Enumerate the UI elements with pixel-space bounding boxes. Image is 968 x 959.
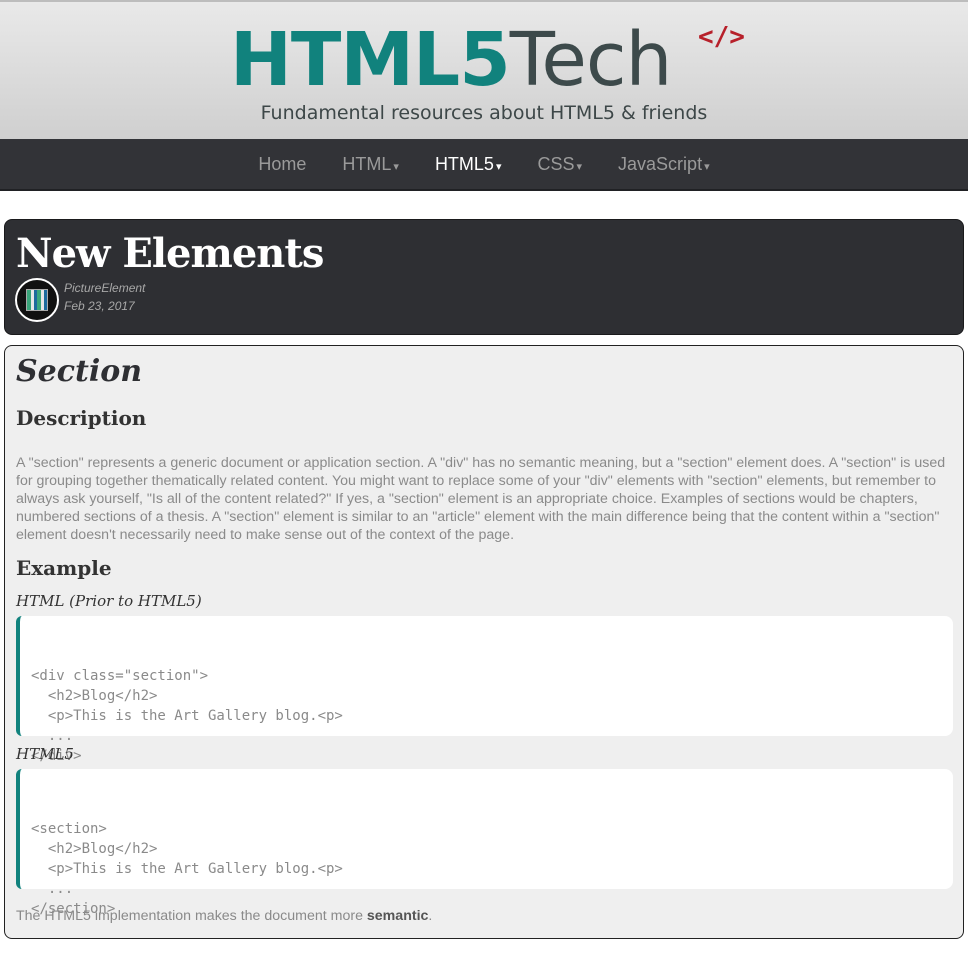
- nav-label: Home: [258, 154, 307, 174]
- code-label-html: HTML (Prior to HTML5): [16, 592, 202, 610]
- main-nav: Home HTML ▾ HTML5 ▾ CSS ▾ JavaScript ▾: [0, 139, 968, 191]
- author-name[interactable]: PictureElement: [64, 281, 145, 295]
- logo-html5-text: HTML5: [230, 17, 511, 103]
- section-card: Section Description A "section" represen…: [4, 345, 964, 939]
- nav-item-html[interactable]: HTML ▾: [324, 138, 417, 190]
- nav-item-home[interactable]: Home: [240, 138, 324, 190]
- code-line: <div class="section">: [31, 668, 209, 684]
- chevron-down-icon: ▾: [393, 161, 399, 173]
- nav-item-css[interactable]: CSS ▾: [519, 138, 600, 190]
- summary-bold: semantic: [366, 908, 429, 924]
- nav-label: HTML: [342, 154, 392, 174]
- nav-item-javascript[interactable]: JavaScript ▾: [600, 138, 728, 190]
- publish-date: Feb 23, 2017: [64, 299, 135, 313]
- avatar[interactable]: [15, 278, 59, 322]
- code-line: <h2>Blog</h2>: [31, 841, 158, 857]
- code-line: ...: [31, 728, 74, 744]
- description-text: A "section" represents a generic documen…: [16, 455, 946, 543]
- chevron-down-icon: ▾: [704, 161, 710, 173]
- logo-tech-text: Tech: [509, 17, 673, 103]
- code-brackets-icon: </>: [698, 22, 745, 52]
- code-line: <section>: [31, 821, 107, 837]
- site-logo[interactable]: HTML5Tech: [230, 17, 673, 103]
- section-title: Section: [16, 354, 143, 389]
- description-heading: Description: [16, 406, 147, 430]
- code-line: </div>: [31, 748, 82, 764]
- chevron-down-icon: ▾: [495, 161, 502, 173]
- code-line: ...: [31, 881, 74, 897]
- nav-item-html5[interactable]: HTML5 ▾: [417, 138, 520, 190]
- nav-label: JavaScript: [618, 154, 703, 174]
- code-line: <p>This is the Art Gallery blog.<p>: [31, 861, 343, 877]
- nav-label: HTML5: [434, 154, 494, 174]
- article-header: New Elements PictureElement Feb 23, 2017: [4, 219, 964, 335]
- site-tagline: Fundamental resources about HTML5 & frie…: [260, 102, 708, 124]
- chevron-down-icon: ▾: [576, 161, 583, 173]
- code-block-html5[interactable]: <section> <h2>Blog</h2> <p>This is the A…: [16, 769, 953, 917]
- summary-text: The HTML5 implementation makes the docum…: [16, 908, 432, 924]
- site-header: HTML5Tech </> Fundamental resources abou…: [0, 0, 968, 139]
- page-title: New Elements: [16, 230, 324, 277]
- example-heading: Example: [16, 556, 112, 580]
- summary-prefix: The HTML5 implementation makes the docum…: [16, 908, 367, 924]
- code-label-html5: HTML5: [16, 745, 74, 763]
- nav-label: CSS: [537, 154, 575, 174]
- summary-suffix: .: [428, 908, 433, 924]
- code-line: <p>This is the Art Gallery blog.<p>: [31, 708, 343, 724]
- code-line: <h2>Blog</h2>: [31, 688, 158, 704]
- author-logo-icon: [26, 289, 48, 311]
- code-block-html[interactable]: <div class="section"> <h2>Blog</h2> <p>T…: [16, 616, 953, 764]
